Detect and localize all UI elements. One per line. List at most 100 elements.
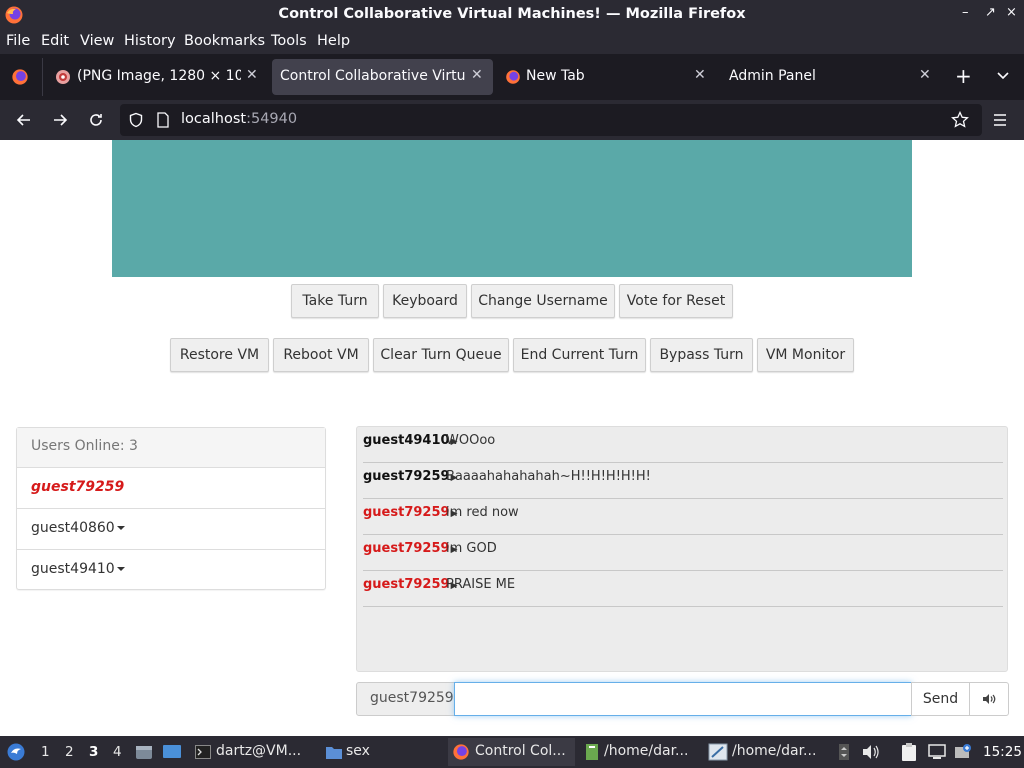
forward-arrow-icon <box>54 114 68 126</box>
close-tab-icon[interactable]: ✕ <box>246 67 258 83</box>
user-list-item[interactable]: guest40860 <box>17 509 325 550</box>
chat-username: guest79259▶ <box>363 505 458 520</box>
user-list-item[interactable]: guest79259 <box>17 468 325 509</box>
chat-text: PRAISE ME <box>446 577 516 592</box>
restore-vm-button[interactable]: Restore VM <box>170 338 269 372</box>
clipboard-icon[interactable] <box>900 742 918 762</box>
reload-icon <box>90 114 102 126</box>
take-turn-button[interactable]: Take Turn <box>291 284 379 318</box>
chat-username: guest79259▶ <box>363 469 458 484</box>
firefox-icon <box>506 70 520 84</box>
vote-for-reset-button[interactable]: Vote for Reset <box>619 284 733 318</box>
close-tab-icon[interactable]: ✕ <box>471 67 483 83</box>
close-window-button[interactable]: × <box>1006 5 1017 20</box>
file-manager-launcher-icon[interactable] <box>135 743 153 761</box>
tab-new-tab[interactable]: New Tab ✕ <box>498 59 716 95</box>
app-menu-button[interactable] <box>988 108 1012 132</box>
chat-text: im red now <box>446 505 519 520</box>
tracking-protection-shield-icon[interactable] <box>128 112 144 128</box>
tab-bar: (PNG Image, 1280 × 102 ✕ Control Collabo… <box>0 54 1024 100</box>
users-online-header: Users Online: 3 <box>17 428 325 468</box>
end-current-turn-button[interactable]: End Current Turn <box>513 338 646 372</box>
taskbar-item-firefox[interactable]: Control Col... <box>448 738 575 766</box>
menu-history[interactable]: History <box>124 33 176 49</box>
tab-control-collaborative[interactable]: Control Collaborative Virtual ✕ <box>272 59 493 95</box>
image-icon <box>56 70 70 84</box>
bypass-turn-button[interactable]: Bypass Turn <box>650 338 753 372</box>
caret-down-icon <box>116 526 125 530</box>
start-menu-icon[interactable] <box>6 742 26 762</box>
menu-bar: File Edit View History Bookmarks Tools H… <box>0 30 1024 54</box>
volume-icon <box>983 694 996 704</box>
reboot-vm-button[interactable]: Reboot VM <box>273 338 369 372</box>
maximize-button[interactable]: ↗ <box>985 5 996 20</box>
taskbar-item-label: sex <box>346 743 370 759</box>
url-port: :54940 <box>246 111 298 127</box>
list-tabs-chevron-icon[interactable] <box>996 71 1010 81</box>
close-tab-icon[interactable]: ✕ <box>694 67 706 83</box>
vm-monitor-button[interactable]: VM Monitor <box>757 338 854 372</box>
workspace-4[interactable]: 4 <box>113 744 122 760</box>
chat-username-addon: guest79259 <box>356 682 455 716</box>
workspace-1[interactable]: 1 <box>41 744 50 760</box>
menu-file[interactable]: File <box>6 33 30 49</box>
chat-message: guest79259▶ im GOD <box>363 535 1003 571</box>
show-desktop-icon[interactable] <box>162 743 182 761</box>
minimize-button[interactable]: – <box>962 5 969 20</box>
text-editor-icon <box>586 744 598 760</box>
tab-label: New Tab <box>526 68 585 84</box>
chat-panel[interactable]: guest49410▶ WOOoo guest79259▶ Baaaahahah… <box>356 426 1008 672</box>
url-bar[interactable]: localhost:54940 <box>120 104 982 136</box>
paint-icon <box>708 743 728 761</box>
taskbar-item-terminal[interactable]: dartz@VM... <box>192 738 314 766</box>
tab-label: Control Collaborative Virtual <box>280 68 466 84</box>
user-name: guest40860 <box>31 520 115 536</box>
mute-toggle-button[interactable] <box>969 682 1009 716</box>
hamburger-menu-icon <box>994 114 1006 126</box>
chat-username: guest49410▶ <box>363 433 458 448</box>
url-text: localhost:54940 <box>181 111 297 127</box>
chat-username: guest79259▶ <box>363 541 458 556</box>
window-titlebar: Control Collaborative Virtual Machines! … <box>0 0 1024 30</box>
taskbar-item-folder[interactable]: sex <box>322 738 412 766</box>
network-tray-icon[interactable] <box>954 743 972 761</box>
volume-tray-icon[interactable] <box>862 744 880 760</box>
chat-message: guest79259▶ im red now <box>363 499 1003 535</box>
menu-bookmarks[interactable]: Bookmarks <box>184 33 265 49</box>
tab-png-image[interactable]: (PNG Image, 1280 × 102 ✕ <box>48 59 266 95</box>
scroll-indicator-icon[interactable] <box>838 743 850 761</box>
clear-turn-queue-button[interactable]: Clear Turn Queue <box>373 338 509 372</box>
back-button[interactable] <box>12 108 36 132</box>
send-button[interactable]: Send <box>911 682 970 716</box>
chat-input[interactable] <box>454 682 912 716</box>
change-username-button[interactable]: Change Username <box>471 284 615 318</box>
taskbar-item-label: /home/dar... <box>604 743 689 759</box>
user-list-item[interactable]: guest49410 <box>17 550 325 591</box>
taskbar-item-paint[interactable]: /home/dar... <box>705 738 829 766</box>
menu-view[interactable]: View <box>80 33 114 49</box>
page-info-icon[interactable] <box>156 112 170 128</box>
vm-display[interactable] <box>112 140 912 277</box>
chat-text: Baaaahahahahah~H!!H!H!H!H! <box>446 469 651 484</box>
workspace-3[interactable]: 3 <box>89 744 98 760</box>
taskbar-item-text-editor[interactable]: /home/dar... <box>580 738 700 766</box>
tab-admin-panel[interactable]: Admin Panel ✕ <box>722 59 940 95</box>
close-tab-icon[interactable]: ✕ <box>919 67 931 83</box>
menu-edit[interactable]: Edit <box>41 33 69 49</box>
window-title: Control Collaborative Virtual Machines! … <box>278 6 746 22</box>
back-arrow-icon <box>16 114 30 126</box>
caret-down-icon <box>116 567 125 571</box>
bookmark-star-icon[interactable] <box>951 111 969 129</box>
taskbar: 1 2 3 4 dartz@VM... sex Control Col... /… <box>0 736 1024 768</box>
new-tab-icon[interactable]: + <box>955 64 972 88</box>
firefox-view-icon[interactable] <box>11 68 29 86</box>
screen-tray-icon[interactable] <box>928 743 946 761</box>
tab-separator <box>42 58 43 96</box>
keyboard-button[interactable]: Keyboard <box>383 284 467 318</box>
forward-button[interactable] <box>48 108 72 132</box>
workspace-2[interactable]: 2 <box>65 744 74 760</box>
menu-help[interactable]: Help <box>317 33 350 49</box>
chat-message: guest79259▶ PRAISE ME <box>363 571 1003 607</box>
menu-tools[interactable]: Tools <box>271 33 307 49</box>
reload-button[interactable] <box>84 108 108 132</box>
